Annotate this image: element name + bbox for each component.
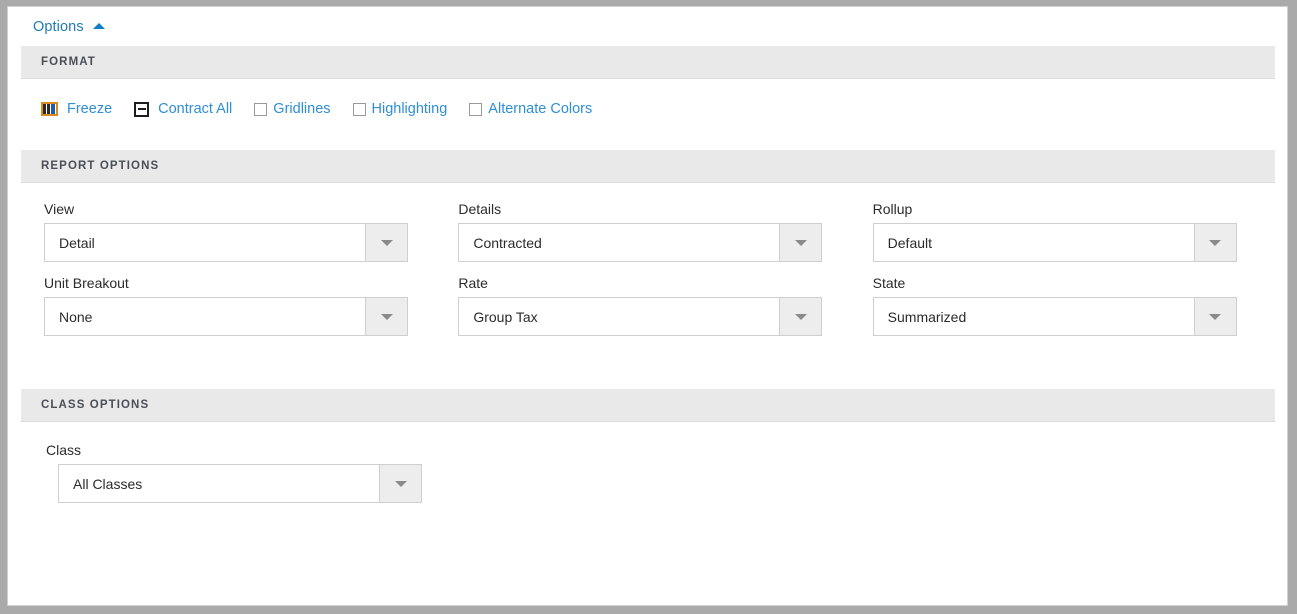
highlighting-checkbox-item[interactable]: Highlighting xyxy=(352,101,448,117)
freeze-button[interactable]: Freeze xyxy=(41,101,112,117)
chevron-down-icon xyxy=(1209,313,1222,320)
gridlines-checkbox-item[interactable]: Gridlines xyxy=(254,101,331,117)
section-title-report-options: REPORT OPTIONS xyxy=(41,160,160,172)
contract-all-icon xyxy=(134,101,150,117)
gridlines-label: Gridlines xyxy=(273,101,331,117)
alternate-colors-checkbox-item[interactable]: Alternate Colors xyxy=(469,101,592,117)
details-dropdown-button[interactable] xyxy=(779,224,822,261)
class-dropdown[interactable]: All Classes xyxy=(58,464,422,503)
state-dropdown-button[interactable] xyxy=(1193,298,1236,335)
chevron-down-icon xyxy=(394,480,407,487)
rollup-dropdown-button[interactable] xyxy=(1193,224,1236,261)
unit-breakout-dropdown[interactable]: None xyxy=(44,297,408,336)
field-group-rollup: Rollup Default xyxy=(872,201,1287,262)
unit-breakout-dropdown-value: None xyxy=(45,298,365,335)
class-dropdown-value: All Classes xyxy=(59,465,379,502)
freeze-label: Freeze xyxy=(67,101,113,117)
section-title-class-options: CLASS OPTIONS xyxy=(41,399,150,411)
report-options-row-2: Unit Breakout None Rate Group Tax State … xyxy=(8,275,1287,336)
field-group-unit-breakout: Unit Breakout None xyxy=(44,275,458,336)
chevron-down-icon xyxy=(380,239,393,246)
label-rate: Rate xyxy=(458,275,488,291)
label-class: Class xyxy=(46,442,82,458)
options-toggle-bar: Options xyxy=(8,7,1287,46)
checkbox-icon-highlighting[interactable] xyxy=(352,102,366,116)
state-dropdown-value: Summarized xyxy=(873,298,1194,335)
report-options-spacer xyxy=(8,349,1287,389)
report-options-body: View Detail Details Contracted Rollup De… xyxy=(8,183,1287,389)
view-dropdown[interactable]: Detail xyxy=(44,223,408,262)
chevron-down-icon xyxy=(1209,239,1222,246)
rate-dropdown-value: Group Tax xyxy=(459,298,780,335)
options-panel: Options FORMAT Freeze Contract All Gridl… xyxy=(7,6,1288,606)
state-dropdown[interactable]: Summarized xyxy=(872,297,1237,336)
label-rollup: Rollup xyxy=(872,201,913,217)
options-toggle-link[interactable]: Options xyxy=(33,19,84,35)
rate-dropdown-button[interactable] xyxy=(779,298,822,335)
field-group-details: Details Contracted xyxy=(458,201,872,262)
unit-breakout-dropdown-button[interactable] xyxy=(365,298,407,335)
checkbox-icon-alternate-colors[interactable] xyxy=(469,102,483,116)
view-dropdown-button[interactable] xyxy=(365,224,407,261)
checkbox-icon-gridlines[interactable] xyxy=(254,102,268,116)
highlighting-label: Highlighting xyxy=(371,101,448,117)
alternate-colors-label: Alternate Colors xyxy=(488,101,593,117)
section-header-format: FORMAT xyxy=(21,46,1275,79)
details-dropdown-value: Contracted xyxy=(459,224,780,261)
label-unit-breakout: Unit Breakout xyxy=(44,275,129,291)
contract-all-button[interactable]: Contract All xyxy=(134,101,232,117)
class-options-body: Class All Classes xyxy=(8,422,1287,503)
rollup-dropdown[interactable]: Default xyxy=(872,223,1237,262)
details-dropdown[interactable]: Contracted xyxy=(458,223,823,262)
label-view: View xyxy=(44,201,75,217)
view-dropdown-value: Detail xyxy=(45,224,365,261)
class-dropdown-button[interactable] xyxy=(379,465,421,502)
field-group-rate: Rate Group Tax xyxy=(458,275,872,336)
contract-all-label: Contract All xyxy=(158,101,233,117)
section-header-class-options: CLASS OPTIONS xyxy=(21,389,1275,422)
report-options-row-1: View Detail Details Contracted Rollup De… xyxy=(8,201,1287,262)
section-title-format: FORMAT xyxy=(41,56,96,68)
field-group-state: State Summarized xyxy=(872,275,1287,336)
format-toolbar: Freeze Contract All Gridlines Highlighti… xyxy=(8,79,1287,150)
chevron-down-icon xyxy=(380,313,393,320)
rollup-dropdown-value: Default xyxy=(873,224,1194,261)
field-group-view: View Detail xyxy=(44,201,458,262)
section-header-report-options: REPORT OPTIONS xyxy=(21,150,1275,183)
rate-dropdown[interactable]: Group Tax xyxy=(458,297,823,336)
chevron-up-icon[interactable] xyxy=(92,22,105,29)
chevron-down-icon xyxy=(794,313,807,320)
chevron-down-icon xyxy=(794,239,807,246)
label-state: State xyxy=(872,275,906,291)
window-frame: Options FORMAT Freeze Contract All Gridl… xyxy=(0,0,1297,614)
label-details: Details xyxy=(458,201,502,217)
freeze-columns-icon xyxy=(41,102,58,116)
